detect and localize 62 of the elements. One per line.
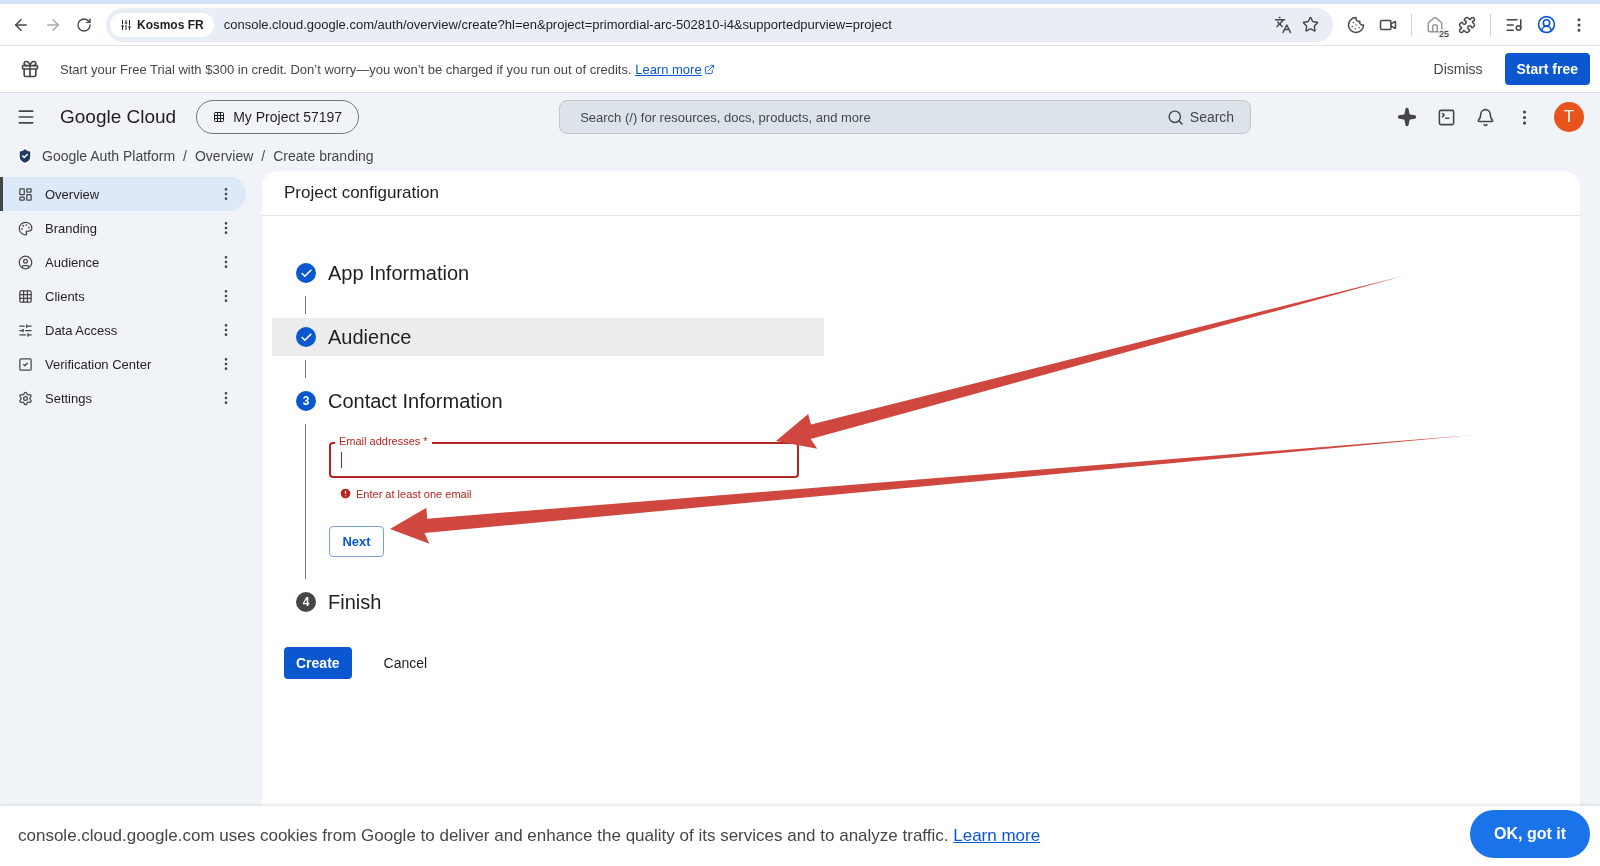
cookie-icon[interactable] bbox=[1347, 15, 1365, 34]
step-number: 3 bbox=[296, 391, 316, 411]
menu-icon[interactable] bbox=[16, 107, 36, 127]
grid-icon bbox=[18, 288, 33, 304]
address-bar[interactable]: console.cloud.google.com/auth/overview/create?hl=en&project=primordial-arc-502810-i4&supportedpurview=project bbox=[223, 17, 1264, 32]
bell-icon[interactable] bbox=[1476, 107, 1495, 127]
translate-icon[interactable] bbox=[1274, 15, 1292, 34]
sliders-icon bbox=[120, 18, 132, 31]
page-title: Project configuration bbox=[262, 171, 1580, 216]
checkbox-icon bbox=[18, 356, 33, 372]
dashboard-icon bbox=[18, 186, 33, 202]
project-icon bbox=[213, 111, 226, 123]
breadcrumb-link[interactable]: Create branding bbox=[273, 148, 374, 164]
terminal-icon[interactable] bbox=[1437, 107, 1456, 127]
search-icon bbox=[1166, 108, 1184, 126]
create-button[interactable]: Create bbox=[284, 647, 352, 679]
sidebar-item[interactable]: Branding bbox=[0, 211, 246, 245]
bookmark-star-icon[interactable] bbox=[1302, 16, 1319, 33]
sidebar-item[interactable]: Settings bbox=[0, 381, 246, 415]
step-number: 4 bbox=[296, 592, 316, 612]
cancel-button[interactable]: Cancel bbox=[371, 647, 440, 679]
person-icon bbox=[18, 254, 33, 270]
field-label: Email addresses * bbox=[335, 434, 432, 448]
extension-badge: 25 bbox=[1438, 28, 1450, 39]
sliders-icon bbox=[18, 322, 33, 338]
search-button[interactable]: Search bbox=[1160, 107, 1241, 127]
breadcrumb-separator: / bbox=[261, 148, 266, 164]
sidebar-item[interactable]: Audience bbox=[0, 245, 246, 279]
check-icon bbox=[296, 327, 316, 347]
sparkle-icon[interactable] bbox=[1397, 107, 1417, 127]
site-info-chip[interactable]: Kosmos FR bbox=[110, 12, 214, 37]
gift-icon bbox=[20, 59, 40, 79]
breadcrumb-link[interactable]: Google Auth Platform bbox=[42, 148, 176, 164]
app-logo[interactable]: Google Cloud bbox=[60, 106, 177, 128]
account-avatar[interactable]: T bbox=[1554, 102, 1584, 132]
external-link-icon bbox=[703, 63, 715, 75]
check-icon bbox=[296, 263, 316, 283]
trial-message: Start your Free Trial with $300 in credit. Don’t worry—you won’t be charged if you run out of credits. Learn more bbox=[60, 61, 715, 77]
next-button[interactable]: Next bbox=[329, 526, 384, 557]
ok-button[interactable]: OK, got it bbox=[1470, 810, 1590, 858]
sidebar-item[interactable]: Verification Center bbox=[0, 347, 246, 381]
dismiss-button[interactable]: Dismiss bbox=[1421, 53, 1495, 85]
cookie-notice: console.cloud.google.com uses cookies from Google to deliver and enhance the quality of its services and to analyze traffic. Learn more bbox=[18, 826, 1041, 846]
breadcrumb-separator: / bbox=[183, 148, 187, 164]
palette-icon bbox=[18, 220, 33, 236]
step-header[interactable]: Audience bbox=[272, 318, 824, 356]
puzzle-icon[interactable] bbox=[1458, 15, 1476, 34]
sidebar-item[interactable]: Data Access bbox=[0, 313, 246, 347]
error-message: Enter at least one email bbox=[356, 487, 472, 500]
sidebar-item[interactable]: Clients bbox=[0, 279, 246, 313]
reload-button[interactable] bbox=[76, 16, 92, 33]
gear-icon bbox=[18, 390, 33, 406]
learn-more-link[interactable]: Learn more bbox=[635, 61, 715, 77]
start-free-button[interactable]: Start free bbox=[1504, 53, 1590, 85]
shield-icon bbox=[16, 147, 34, 165]
search-field[interactable]: Search (/) for resources, docs, products, and more Search bbox=[559, 100, 1252, 134]
sidebar-item[interactable]: Overview bbox=[0, 177, 246, 211]
error-icon bbox=[339, 487, 352, 500]
breadcrumb-link[interactable]: Overview bbox=[194, 148, 254, 164]
profile-icon[interactable] bbox=[1537, 15, 1556, 34]
cookie-learn-more-link[interactable]: Learn more bbox=[953, 826, 1041, 846]
text-cursor bbox=[341, 452, 342, 468]
